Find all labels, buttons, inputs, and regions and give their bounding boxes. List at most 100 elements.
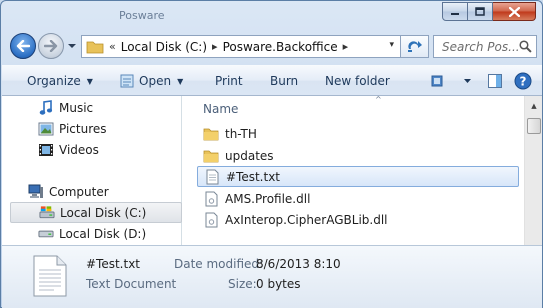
folder-icon [86,41,104,53]
file-list: Name ^ th-TH updates #Test.txt AMS.Profi… [183,95,524,245]
sort-ascending-icon: ^ [375,95,382,104]
details-date-label: Date modified: [174,257,264,271]
view-dropdown-button[interactable] [458,72,476,90]
details-size-label: Size: [228,277,257,291]
nav-item-videos[interactable]: Videos [38,139,99,160]
forward-arrow-icon [44,40,58,52]
vertical-scrollbar[interactable]: ▲ [524,96,542,245]
burn-button[interactable]: Burn [270,74,298,88]
music-note-icon [38,99,54,116]
details-pane: #Test.txt Text Document Date modified: 8… [2,245,542,308]
forward-button[interactable] [38,33,64,59]
open-button[interactable]: Open ▼ [119,74,183,88]
crumb-separator-icon[interactable]: ▸ [343,40,349,53]
crumb-local-disk-c[interactable]: Local Disk (C:) [121,40,207,54]
folder-icon [203,148,219,164]
navigation-pane: Music Pictures Videos Computer Local Dis… [2,96,182,245]
new-folder-label: New folder [325,74,390,88]
scroll-thumb[interactable] [527,118,541,134]
text-file-icon [204,169,220,185]
nav-item-label: Local Disk (D:) [59,226,147,241]
back-arrow-icon [16,40,30,52]
preview-pane-icon [488,74,502,88]
computer-icon [28,184,44,200]
details-date-value: 8/6/2013 8:10 [256,257,341,271]
folder-icon [203,126,219,142]
nav-item-music[interactable]: Music [38,97,93,118]
file-row-updates[interactable]: updates [197,145,519,166]
back-button[interactable] [10,33,36,59]
view-options-icon [431,75,443,87]
file-name: AxInterop.CipherAGBLib.dll [225,212,388,227]
close-icon [508,6,520,17]
details-file-type: Text Document [86,277,177,291]
crumb-overflow-icon[interactable]: « [109,40,116,53]
close-button[interactable] [493,2,536,21]
window-title: Posware [119,9,165,22]
file-name: th-TH [225,126,257,141]
details-file-name: #Test.txt [86,257,141,271]
search-icon [519,40,532,53]
command-bar: Organize ▼ Open ▼ Print Burn New folder [2,65,542,96]
drive-icon [38,226,54,242]
preview-pane-button[interactable] [486,72,504,90]
crumb-separator-icon[interactable]: ▸ [212,40,218,53]
file-name: updates [225,148,274,163]
notepad-icon [120,74,134,88]
nav-item-computer[interactable]: Computer [28,181,109,202]
maximize-button[interactable] [468,2,493,21]
nav-item-label: Local Disk (C:) [60,205,147,220]
organize-button[interactable]: Organize ▼ [27,74,93,88]
column-header-name[interactable]: Name ^ [183,95,524,121]
navigation-bar: « Local Disk (C:) ▸ Posware.Backoffice ▸… [1,29,542,63]
dll-file-icon [203,191,219,207]
title-bar: Posware [1,1,542,29]
main-area: Music Pictures Videos Computer Local Dis… [2,95,542,245]
nav-item-label: Pictures [59,121,107,136]
file-name: #Test.txt [226,169,281,184]
chevron-down-icon [463,78,471,83]
minimize-button[interactable] [442,2,468,21]
refresh-icon [407,40,422,52]
search-placeholder: Search Pos... [442,39,520,54]
help-icon: ? [514,72,532,90]
details-size-value: 0 bytes [256,277,301,291]
help-button[interactable]: ? [514,72,532,90]
organize-label: Organize [27,74,81,88]
scroll-up-button[interactable]: ▲ [526,97,542,114]
chevron-down-icon [68,44,76,48]
nav-item-label: Computer [49,184,109,199]
address-bar[interactable]: « Local Disk (C:) ▸ Posware.Backoffice ▸… [81,35,401,58]
text-document-large-icon [33,255,67,297]
file-row-th-th[interactable]: th-TH [197,123,519,144]
chevron-down-icon: ▼ [177,76,184,86]
address-dropdown-icon[interactable]: ▾ [389,40,394,50]
print-label: Print [215,74,243,88]
maximize-icon [475,7,485,16]
nav-item-label: Videos [59,142,99,157]
recent-pages-button[interactable] [67,41,77,51]
file-row-ams-profile-dll[interactable]: AMS.Profile.dll [197,188,519,209]
burn-label: Burn [270,74,299,88]
file-name: AMS.Profile.dll [225,191,311,206]
file-row-axinterop-dll[interactable]: AxInterop.CipherAGBLib.dll [197,209,519,230]
file-row-test-txt[interactable]: #Test.txt [197,166,519,187]
nav-item-pictures[interactable]: Pictures [38,118,107,139]
change-view-button[interactable] [430,72,448,90]
view-tools: ? [430,72,532,90]
refresh-button[interactable] [401,35,429,58]
minimize-icon [451,12,459,15]
nav-item-local-disk-c[interactable]: Local Disk (C:) [10,202,182,223]
drive-icon [39,205,55,221]
nav-item-label: Music [59,100,94,115]
print-button[interactable]: Print [215,74,243,88]
crumb-posware-backoffice[interactable]: Posware.Backoffice [223,40,338,54]
videos-icon [38,142,54,158]
dll-file-icon [203,212,219,228]
pictures-icon [38,121,54,137]
caption-buttons [442,2,536,21]
search-input[interactable]: Search Pos... [433,35,537,58]
nav-item-local-disk-d[interactable]: Local Disk (D:) [38,223,146,244]
open-label: Open [139,74,172,88]
new-folder-button[interactable]: New folder [325,74,390,88]
